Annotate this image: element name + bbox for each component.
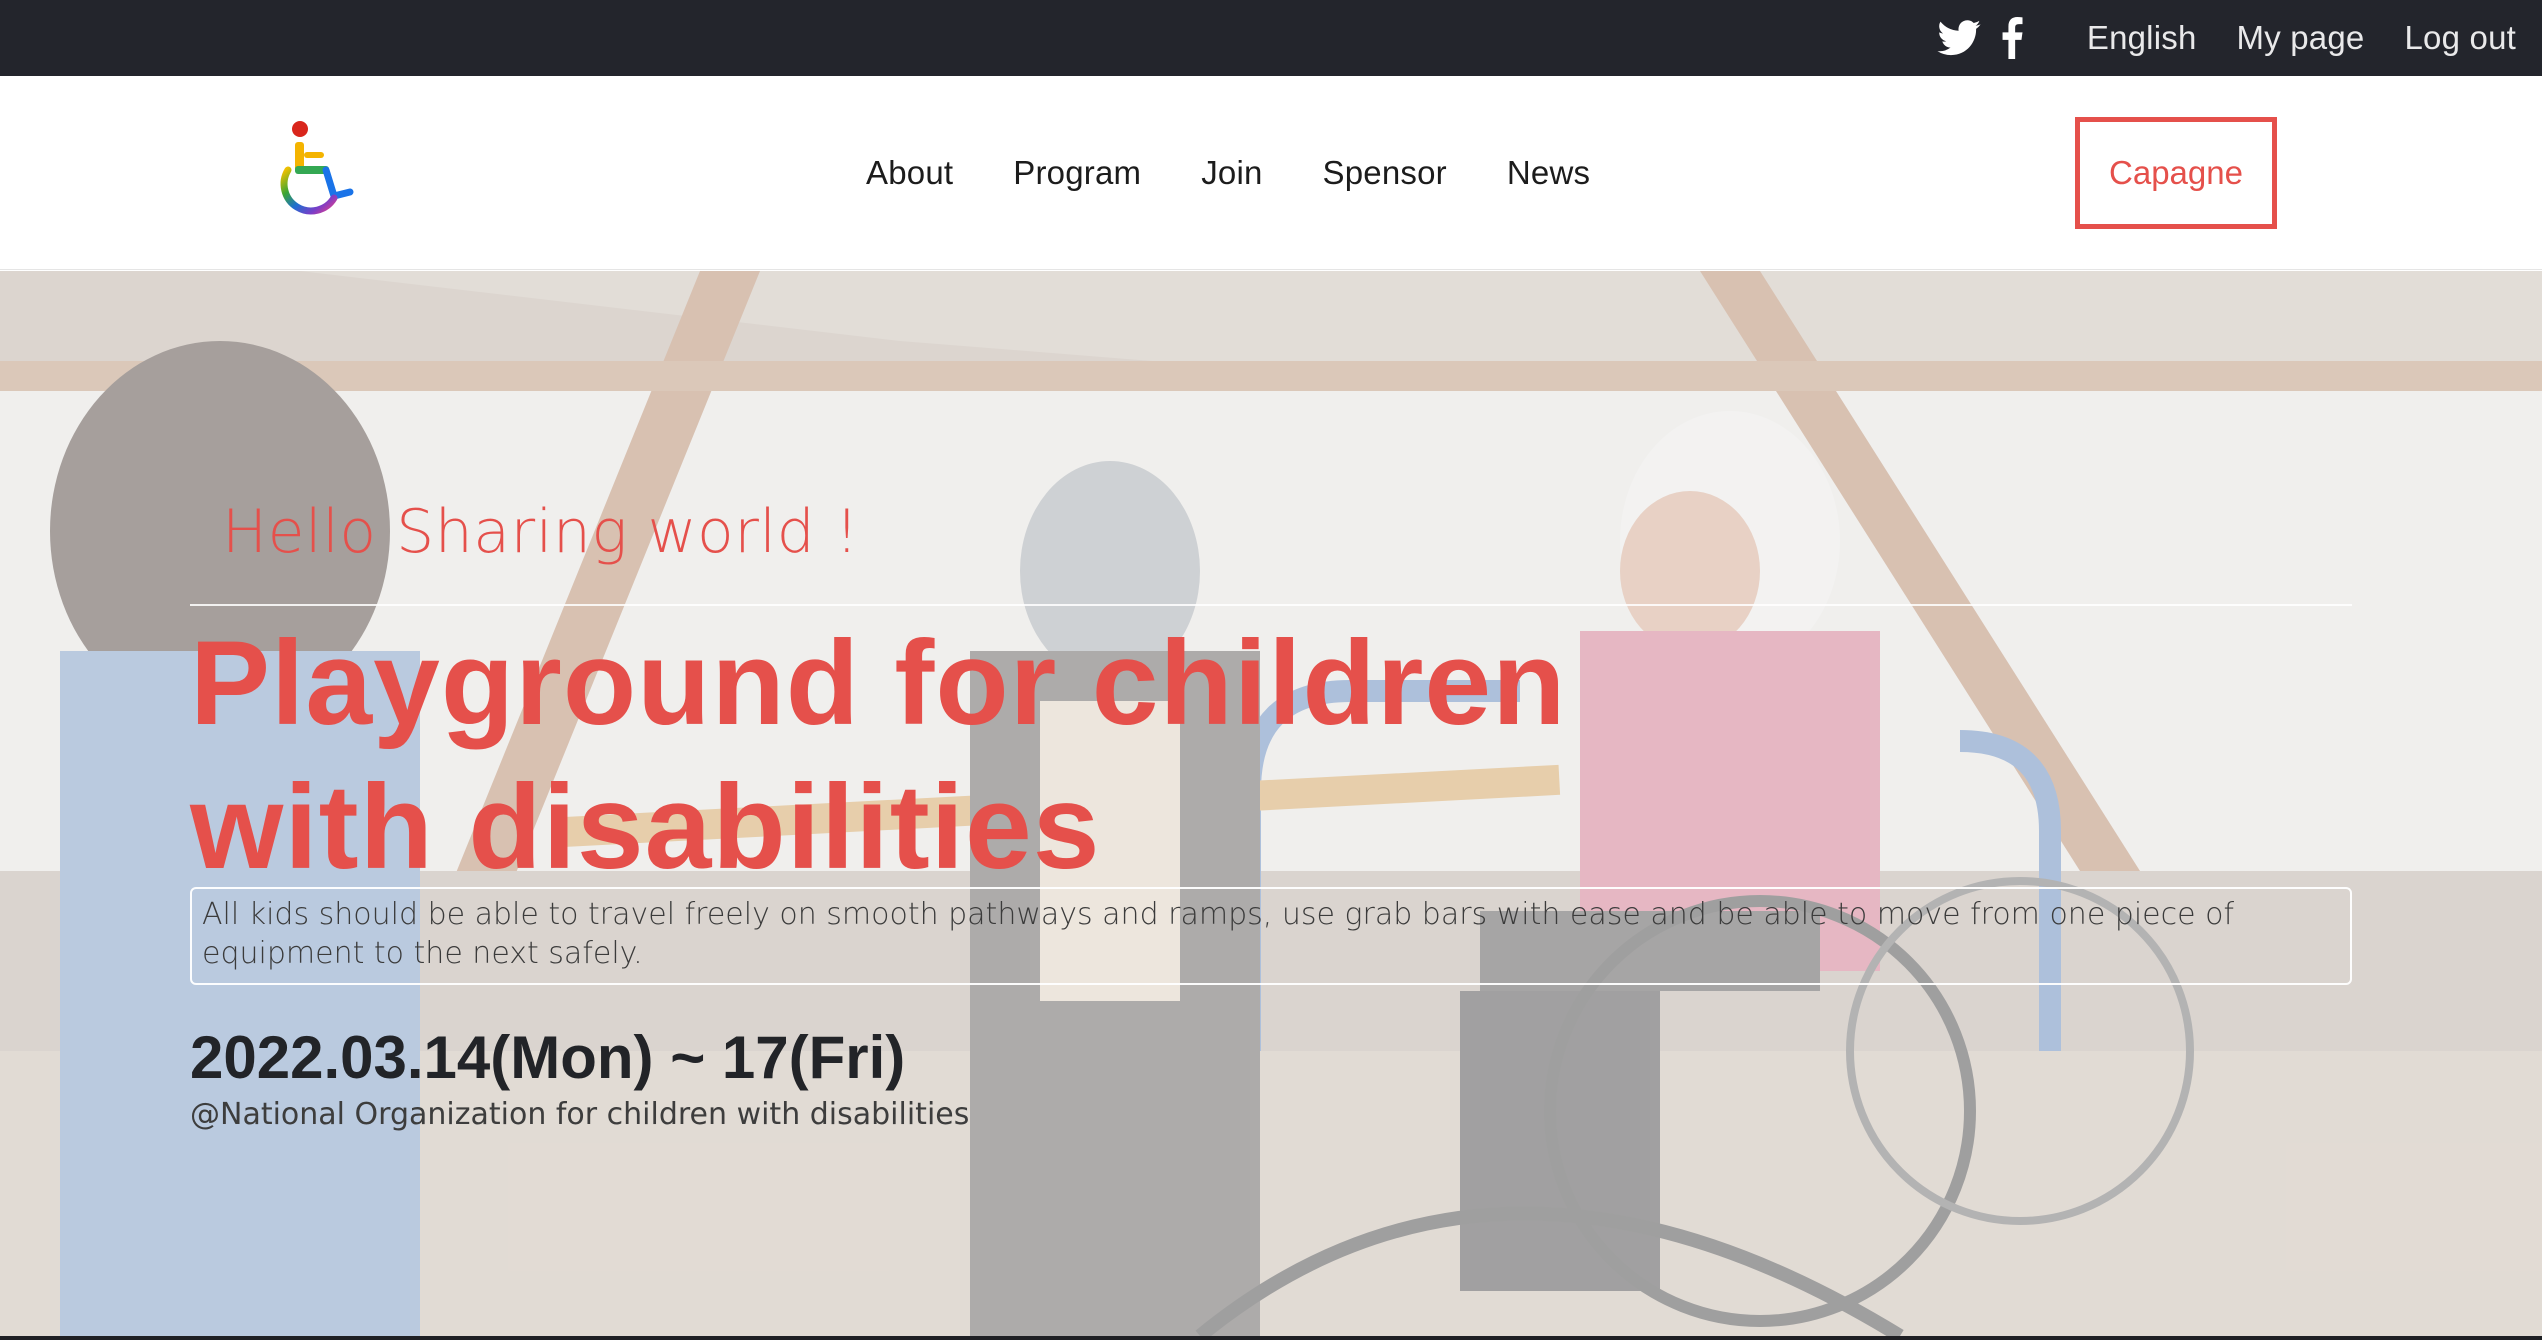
- campaign-button[interactable]: Capagne: [2075, 117, 2277, 229]
- nav-item-program[interactable]: Program: [1013, 154, 1141, 192]
- top-utility-bar: English My page Log out: [0, 0, 2542, 76]
- hero-greeting: Hello Sharing world !: [222, 497, 860, 567]
- bottom-edge: [0, 1336, 2542, 1340]
- main-nav: About Program Join Spensor News: [866, 76, 1650, 270]
- twitter-icon[interactable]: [1937, 20, 1981, 56]
- social-links: [1917, 17, 2023, 59]
- logout-link[interactable]: Log out: [2404, 19, 2516, 57]
- language-link[interactable]: English: [2087, 19, 2197, 57]
- hero-description: All kids should be able to travel freely…: [190, 887, 2352, 985]
- hero-headline-line2: with disabilities: [190, 760, 1101, 894]
- nav-item-news[interactable]: News: [1507, 154, 1590, 192]
- nav-item-join[interactable]: Join: [1201, 154, 1262, 192]
- nav-item-about[interactable]: About: [866, 154, 953, 192]
- hero-headline-line1: Playground for children: [190, 616, 1567, 750]
- my-page-link[interactable]: My page: [2237, 19, 2365, 57]
- hero-banner: Hello Sharing world ! Playground for chi…: [0, 271, 2542, 1336]
- hero-headline: Playground for children with disabilitie…: [190, 611, 1990, 899]
- wheelchair-logo-icon[interactable]: [268, 118, 364, 218]
- site-header: About Program Join Spensor News Capagne: [0, 76, 2542, 270]
- nav-item-spensor[interactable]: Spensor: [1323, 154, 1447, 192]
- hero-divider: [190, 604, 2352, 606]
- facebook-icon[interactable]: [2001, 17, 2023, 59]
- event-venue: @National Organization for children with…: [190, 1097, 970, 1132]
- event-date: 2022.03.14(Mon) ~ 17(Fri): [190, 1024, 906, 1091]
